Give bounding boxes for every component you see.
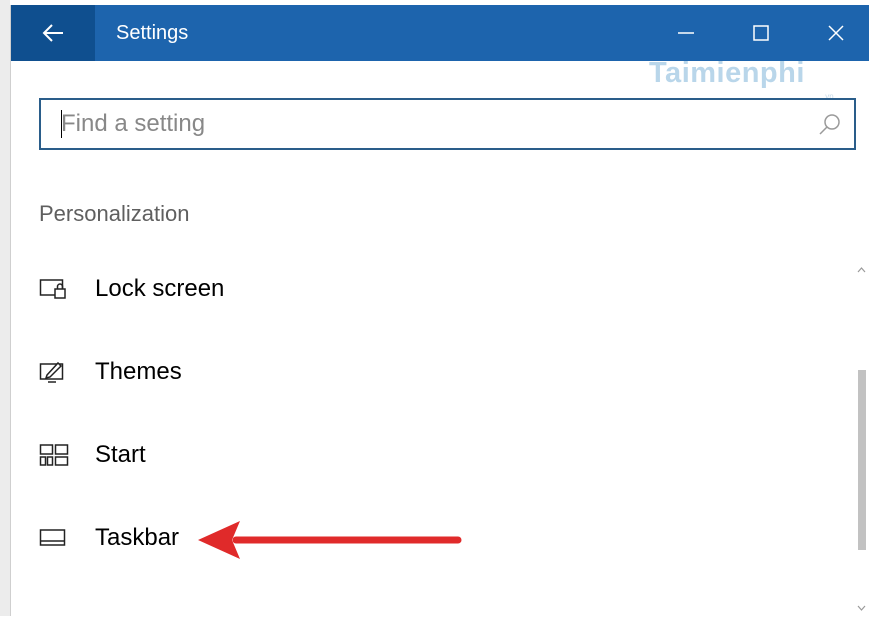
arrow-left-icon xyxy=(41,23,65,43)
scroll-up-icon[interactable] xyxy=(856,263,867,275)
scroll-thumb[interactable] xyxy=(858,370,866,550)
nav-item-label: Start xyxy=(95,441,146,468)
title-bar: Settings xyxy=(11,5,869,61)
window-title: Settings xyxy=(116,22,189,44)
scroll-down-icon[interactable] xyxy=(856,601,867,613)
nav-item-start[interactable]: Start xyxy=(39,427,819,483)
nav-item-label: Taskbar xyxy=(95,524,180,551)
minimize-button[interactable] xyxy=(651,5,721,61)
close-icon xyxy=(827,24,845,42)
back-button[interactable] xyxy=(11,5,95,61)
scrollbar[interactable] xyxy=(856,263,867,613)
themes-icon xyxy=(39,359,69,385)
taskbar-icon xyxy=(39,525,69,551)
lock-screen-icon xyxy=(39,276,69,302)
maximize-icon xyxy=(752,24,770,42)
watermark-logo: Taimienphi xyxy=(649,57,805,89)
section-heading: Personalization xyxy=(39,201,190,226)
close-button[interactable] xyxy=(801,5,870,61)
minimize-icon xyxy=(677,24,695,42)
search-icon[interactable] xyxy=(818,112,842,136)
nav-item-themes[interactable]: Themes xyxy=(39,344,819,400)
red-arrow-annotation xyxy=(198,521,462,559)
nav-item-label: Lock screen xyxy=(95,275,225,302)
maximize-button[interactable] xyxy=(726,5,796,61)
nav-item-label: Themes xyxy=(95,358,182,385)
search-box[interactable]: Find a setting xyxy=(39,98,856,150)
search-input[interactable]: Find a setting xyxy=(61,100,205,148)
nav-item-lock-screen[interactable]: Lock screen xyxy=(39,261,819,317)
background-frame xyxy=(0,0,10,616)
start-icon xyxy=(39,442,69,468)
settings-window: Settings Taimienphi .vn Find a setting P… xyxy=(10,5,869,616)
